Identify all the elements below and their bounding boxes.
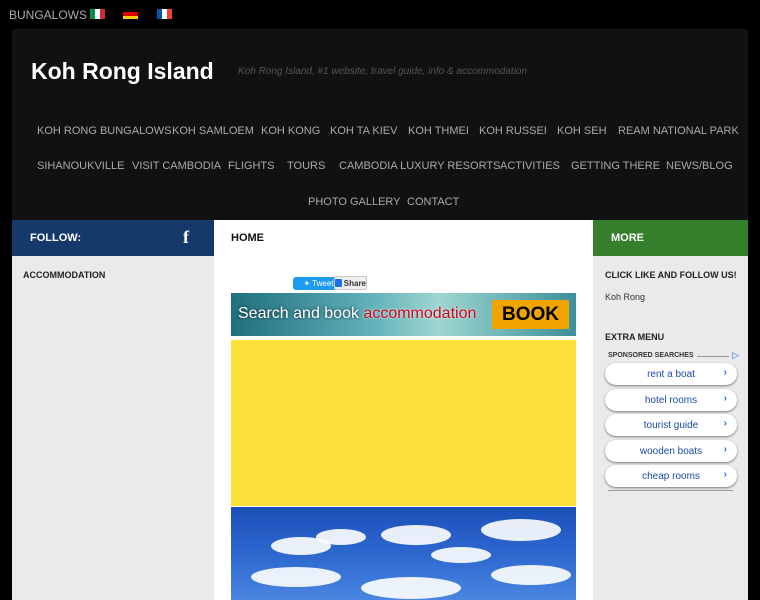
share-label: Share <box>343 278 366 288</box>
tweet-label: Tweet <box>312 279 334 288</box>
nav-item-koh-samloem[interactable]: KOH SAMLOEM <box>172 125 254 137</box>
ad-search-wooden-boats[interactable]: wooden boats › <box>605 440 737 462</box>
chevron-right-icon: › <box>723 367 727 378</box>
island-photo <box>231 507 576 600</box>
chevron-right-icon: › <box>723 418 727 429</box>
ad-search-label: wooden boats <box>639 445 703 457</box>
nav-item-getting-there[interactable]: GETTING THERE <box>571 160 660 172</box>
nav-item-koh-kong[interactable]: KOH KONG <box>261 125 320 137</box>
home-bar: HOME <box>214 220 593 256</box>
nav-item-flights[interactable]: FLIGHTS <box>228 160 274 172</box>
share-icon <box>335 279 342 287</box>
accommodation-banner[interactable]: Search and book accommodation BOOK <box>231 293 576 336</box>
french-flag-icon[interactable] <box>157 9 172 19</box>
adchoices-icon[interactable]: ▷ <box>732 350 739 361</box>
more-label[interactable]: MORE <box>611 232 644 244</box>
german-flag-icon[interactable] <box>123 9 138 19</box>
breadcrumb-home[interactable]: HOME <box>231 232 264 244</box>
italian-flag-icon[interactable] <box>90 9 105 19</box>
sponsored-searches: SPONSORED SEARCHES ▷ rent a boat › hotel… <box>605 350 739 491</box>
divider <box>697 356 729 357</box>
nav-item-koh-russei[interactable]: KOH RUSSEI <box>479 125 547 137</box>
nav-item-contact[interactable]: CONTACT <box>407 196 459 208</box>
nav-item-visit-cambodia[interactable]: VISIT CAMBODIA <box>132 160 221 172</box>
follow-label: FOLLOW: <box>30 232 82 244</box>
nav-item-activities[interactable]: ACTIVITIES <box>500 160 560 172</box>
ad-search-cheap-rooms[interactable]: cheap rooms › <box>605 465 737 487</box>
nav-item-photo-gallery[interactable]: PHOTO GALLERY <box>308 196 401 208</box>
ad-search-label: tourist guide <box>643 419 699 431</box>
ad-search-label: rent a boat <box>647 368 695 380</box>
yellow-ad-block <box>231 340 576 506</box>
top-link-bungalows[interactable]: BUNGALOWS <box>9 8 87 22</box>
site-tagline: Koh Rong Island, #1 website, travel guid… <box>238 66 528 77</box>
facebook-icon[interactable]: f <box>183 228 195 246</box>
divider <box>608 490 733 491</box>
banner-text: Search and book accommodation <box>238 305 477 322</box>
nav-item-koh-seh[interactable]: KOH SEH <box>557 125 607 137</box>
nav-item-koh-rong-bungalows[interactable]: KOH RONG BUNGALOWS <box>37 125 171 137</box>
facebook-page-link[interactable]: Koh Rong <box>605 292 645 302</box>
more-bar: MORE <box>593 220 748 256</box>
left-sidebar: ACCOMMODATION <box>12 256 214 600</box>
nav-item-news-blog[interactable]: NEWS/BLOG <box>666 160 733 172</box>
nav-item-sihanoukville[interactable]: SIHANOUKVILLE <box>37 160 124 172</box>
twitter-bird-icon: ✦ <box>303 279 311 288</box>
site-title[interactable]: Koh Rong Island <box>31 58 214 85</box>
nav-item-ream-national-park[interactable]: REAM NATIONAL PARK <box>618 125 739 137</box>
chevron-right-icon: › <box>723 469 727 480</box>
share-button[interactable]: Share <box>334 276 367 290</box>
follow-us-heading: CLICK LIKE AND FOLLOW US! <box>605 270 737 280</box>
extra-menu-heading: EXTRA MENU <box>605 332 665 342</box>
book-button[interactable]: BOOK <box>492 300 569 329</box>
nav-item-tours[interactable]: TOURS <box>287 160 325 172</box>
accommodation-heading: ACCOMMODATION <box>23 270 106 280</box>
ad-search-hotel-rooms[interactable]: hotel rooms › <box>605 389 737 411</box>
main-content: ✦ Tweet Share Search and book accommodat… <box>214 256 593 600</box>
nav-item-koh-thmei[interactable]: KOH THMEI <box>408 125 469 137</box>
top-bar: BUNGALOWS <box>0 0 760 29</box>
chevron-right-icon: › <box>723 393 727 404</box>
nav-item-koh-ta-kiev[interactable]: KOH TA KIEV <box>330 125 397 137</box>
nav-item-cambodia-luxury-resorts[interactable]: CAMBODIA LUXURY RESORTS <box>339 160 500 172</box>
chevron-right-icon: › <box>723 444 727 455</box>
follow-bar: FOLLOW: f <box>12 220 214 256</box>
ad-search-label: cheap rooms <box>642 470 700 482</box>
right-sidebar: CLICK LIKE AND FOLLOW US! Koh Rong EXTRA… <box>593 256 748 600</box>
ad-search-rent-a-boat[interactable]: rent a boat › <box>605 363 737 385</box>
sponsored-searches-title: SPONSORED SEARCHES <box>608 352 694 359</box>
ad-search-tourist-guide[interactable]: tourist guide › <box>605 414 737 436</box>
ad-search-label: hotel rooms <box>644 394 698 406</box>
